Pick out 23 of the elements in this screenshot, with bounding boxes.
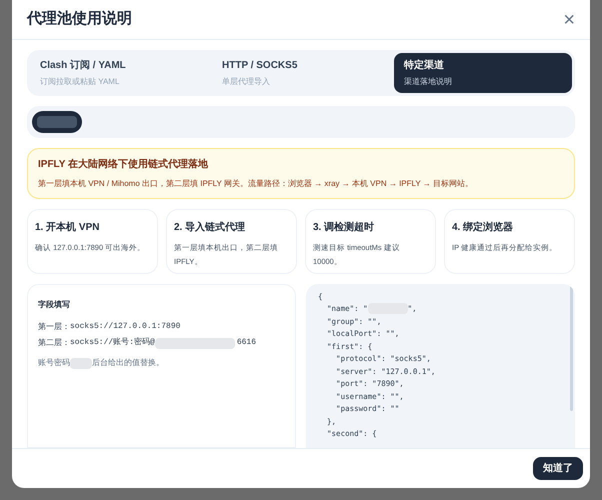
step-title: 4. 绑定浏览器 [452, 220, 514, 235]
tab[interactable]: 特定渠道 渠道落地说明 [394, 53, 572, 93]
scrollbar[interactable] [570, 286, 573, 411]
redacted-chip [32, 111, 82, 133]
notice-text: 第一层填本机 VPN / Mihomo 出口，第二层填 IPFLY 网关。流量路径：浏览器 → xray → 本机 VPN → IPFLY → 目标网站。 [38, 178, 474, 190]
field-label: 第一层： [38, 321, 70, 333]
tab[interactable]: HTTP / SOCKS5 单层代理导入 [212, 53, 390, 93]
step-title: 1. 开本机 VPN [35, 220, 100, 235]
note-text: 后台给出的值替换。 [92, 357, 164, 369]
field-value: socks5://127.0.0.1:7890 [70, 321, 180, 333]
redaction-block [70, 358, 92, 368]
tab[interactable]: Clash 订阅 / YAML 订阅拉取或粘贴 YAML [30, 53, 208, 93]
close-button[interactable]: × [563, 10, 575, 30]
field-value: socks5://账号:密码@ [70, 337, 155, 349]
field-value: 6616 [236, 337, 256, 349]
step-title: 3. 调检测超时 [313, 220, 376, 235]
dialog-title: 代理池使用说明 [27, 9, 132, 30]
note-text: 账号密码 [38, 357, 70, 369]
field-label: 第二层： [38, 337, 70, 349]
step-title: 2. 导入链式代理 [174, 220, 246, 235]
confirm-button[interactable]: 知道了 [533, 457, 583, 480]
fields-title: 字段填写 [38, 299, 71, 311]
notice-title: IPFLY 在大陆网络下使用链式代理落地 [38, 158, 210, 172]
